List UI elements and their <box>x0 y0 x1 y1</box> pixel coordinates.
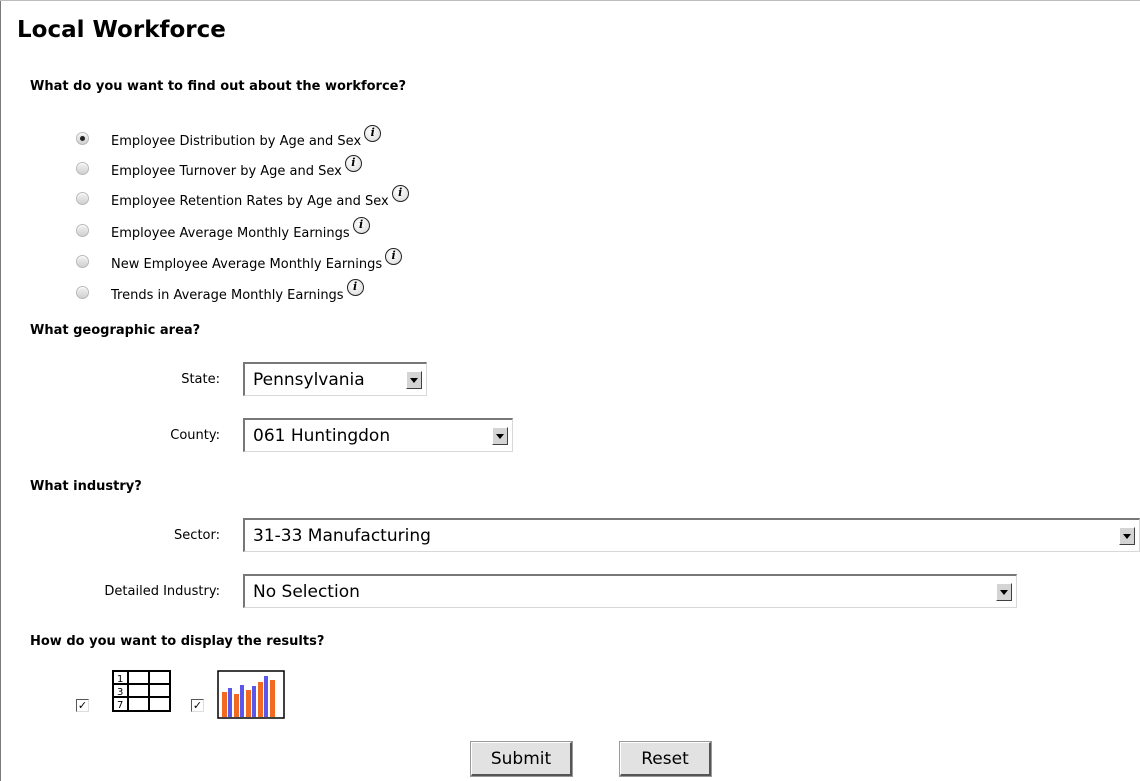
state-select[interactable]: Pennsylvania <box>243 362 427 396</box>
table-icon-number: 3 <box>117 687 123 698</box>
option-label: Employee Retention Rates by Age and Sex <box>111 193 389 209</box>
state-label: State: <box>181 372 220 387</box>
chevron-down-icon[interactable] <box>492 426 508 445</box>
chevron-down-icon[interactable] <box>996 582 1012 601</box>
option-employee-retention[interactable]: Employee Retention Rates by Age and Sex … <box>76 184 409 209</box>
option-new-employee-avg-earnings[interactable]: New Employee Average Monthly Earnings i <box>76 247 403 272</box>
radio-employee-retention[interactable] <box>76 191 89 205</box>
workforce-question: What do you want to find out about the w… <box>30 79 407 94</box>
detailed-industry-select-value: No Selection <box>253 581 360 602</box>
option-employee-avg-earnings[interactable]: Employee Average Monthly Earnings i <box>76 216 370 241</box>
info-icon[interactable]: i <box>344 154 362 172</box>
table-icon-number: 1 <box>117 674 123 685</box>
option-label: Employee Distribution by Age and Sex <box>111 133 362 149</box>
option-trends-avg-earnings[interactable]: Trends in Average Monthly Earnings i <box>76 278 364 303</box>
option-label: New Employee Average Monthly Earnings <box>111 256 383 272</box>
chevron-down-icon[interactable] <box>1119 526 1135 545</box>
table-icon-number: 7 <box>117 700 123 711</box>
radio-new-employee-avg-earnings[interactable] <box>76 254 89 268</box>
reset-button[interactable]: Reset <box>619 741 712 777</box>
sector-select-value: 31-33 Manufacturing <box>253 525 431 546</box>
county-select[interactable]: 061 Huntingdon <box>243 418 513 452</box>
state-select-value: Pennsylvania <box>253 369 365 390</box>
display-question: How do you want to display the results? <box>30 634 325 649</box>
sector-label: Sector: <box>174 528 220 543</box>
radio-employee-avg-earnings[interactable] <box>76 223 89 237</box>
chevron-down-icon[interactable] <box>406 370 422 389</box>
info-icon[interactable]: i <box>385 247 403 265</box>
page-title: Local Workforce <box>17 17 226 43</box>
radio-trends-avg-earnings[interactable] <box>76 285 89 299</box>
table-view-icon: 1 3 7 <box>112 670 171 712</box>
option-employee-distribution[interactable]: Employee Distribution by Age and Sex i <box>76 124 382 149</box>
info-icon[interactable]: i <box>346 278 364 296</box>
window-top-border <box>0 0 1140 1</box>
submit-button[interactable]: Submit <box>470 741 573 777</box>
info-icon[interactable]: i <box>364 124 382 142</box>
radio-employee-turnover[interactable] <box>76 161 89 175</box>
chart-view-icon <box>217 670 285 719</box>
option-label: Trends in Average Monthly Earnings <box>111 287 344 303</box>
info-icon[interactable]: i <box>391 184 409 202</box>
industry-question: What industry? <box>30 479 142 494</box>
geography-question: What geographic area? <box>30 323 201 338</box>
county-select-value: 061 Huntingdon <box>253 425 391 446</box>
radio-employee-distribution[interactable] <box>76 131 89 145</box>
option-label: Employee Average Monthly Earnings <box>111 225 350 241</box>
county-label: County: <box>170 428 220 443</box>
detailed-industry-select[interactable]: No Selection <box>243 574 1017 608</box>
table-checkbox[interactable]: ✓ <box>76 699 89 712</box>
info-icon[interactable]: i <box>352 216 370 234</box>
window-left-border <box>0 0 1 781</box>
detailed-industry-label: Detailed Industry: <box>104 584 220 599</box>
option-label: Employee Turnover by Age and Sex <box>111 163 342 179</box>
chart-checkbox[interactable]: ✓ <box>191 699 204 712</box>
option-employee-turnover[interactable]: Employee Turnover by Age and Sex i <box>76 154 362 179</box>
sector-select[interactable]: 31-33 Manufacturing <box>243 518 1140 552</box>
